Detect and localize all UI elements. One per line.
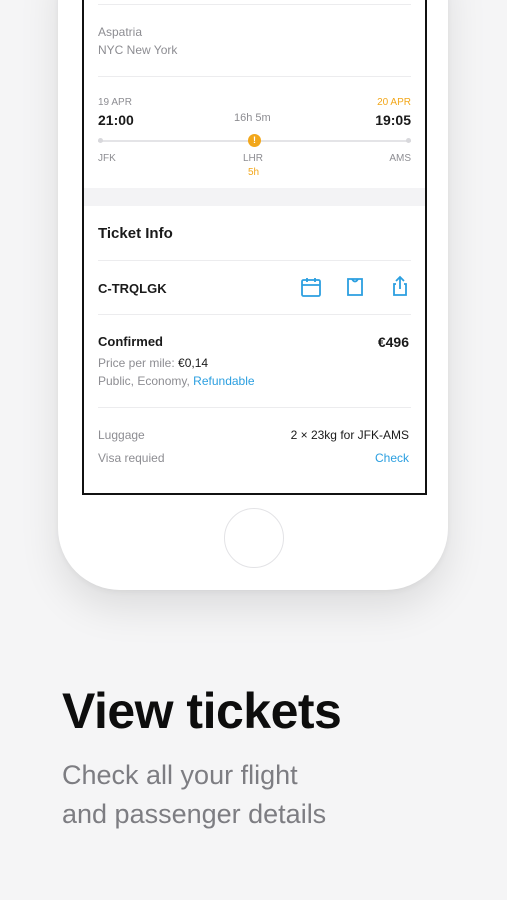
destination-dot xyxy=(406,138,411,143)
ticket-price: €496 xyxy=(377,334,409,350)
fare-info: Public, Economy, Refundable xyxy=(98,374,255,388)
flight-card: Aspatria NYC New York 19 APR 21:00 16h 5… xyxy=(84,0,425,188)
origin-dot xyxy=(98,138,103,143)
promo-subtitle-line2: and passenger details xyxy=(62,799,327,829)
layover-alert-icon: ! xyxy=(248,134,261,147)
calendar-icon[interactable] xyxy=(300,276,322,298)
divider xyxy=(98,4,411,5)
promo-subtitle-line1: Check all your flight xyxy=(62,760,298,790)
depart-time: 21:00 xyxy=(98,112,134,128)
luggage-value: 2 × 23kg for JFK-AMS xyxy=(290,428,409,442)
stop-duration: 5h xyxy=(248,167,260,178)
depart-date: 19 APR xyxy=(98,97,132,108)
divider xyxy=(98,407,411,408)
visa-label: Visa requied xyxy=(98,451,165,465)
divider xyxy=(98,314,411,315)
divider xyxy=(98,76,411,77)
destination-code: AMS xyxy=(389,153,411,164)
ticket-info-card: Ticket Info C-TRQLGK Confirmed €496 Pric… xyxy=(84,206,425,493)
origin-code: JFK xyxy=(98,153,116,164)
refundable-link[interactable]: Refundable xyxy=(193,374,254,388)
app-screen: Aspatria NYC New York 19 APR 21:00 16h 5… xyxy=(82,0,427,495)
ticket-code[interactable]: C-TRQLGK xyxy=(98,281,167,296)
passenger-name: Aspatria xyxy=(98,25,143,39)
home-button[interactable] xyxy=(224,508,284,568)
arrive-time: 19:05 xyxy=(375,112,411,128)
divider xyxy=(98,260,411,261)
arrive-date: 20 APR xyxy=(377,97,411,108)
luggage-label: Luggage xyxy=(98,428,145,442)
share-icon[interactable] xyxy=(389,275,411,297)
fare-info-text: Public, Economy, xyxy=(98,374,190,388)
price-per-mile: Price per mile: €0,14 xyxy=(98,356,208,370)
flight-duration: 16h 5m xyxy=(234,112,271,124)
price-per-mile-value: €0,14 xyxy=(178,356,209,370)
price-per-mile-label: Price per mile: xyxy=(98,356,175,370)
passenger-location: NYC New York xyxy=(98,43,178,57)
visa-check-link[interactable]: Check xyxy=(375,451,409,465)
ticket-icon[interactable] xyxy=(344,276,366,298)
ticket-status: Confirmed xyxy=(98,334,163,349)
section-title: Ticket Info xyxy=(98,225,173,242)
stop-code: LHR xyxy=(243,153,264,164)
promo-headline: View tickets xyxy=(62,683,342,739)
